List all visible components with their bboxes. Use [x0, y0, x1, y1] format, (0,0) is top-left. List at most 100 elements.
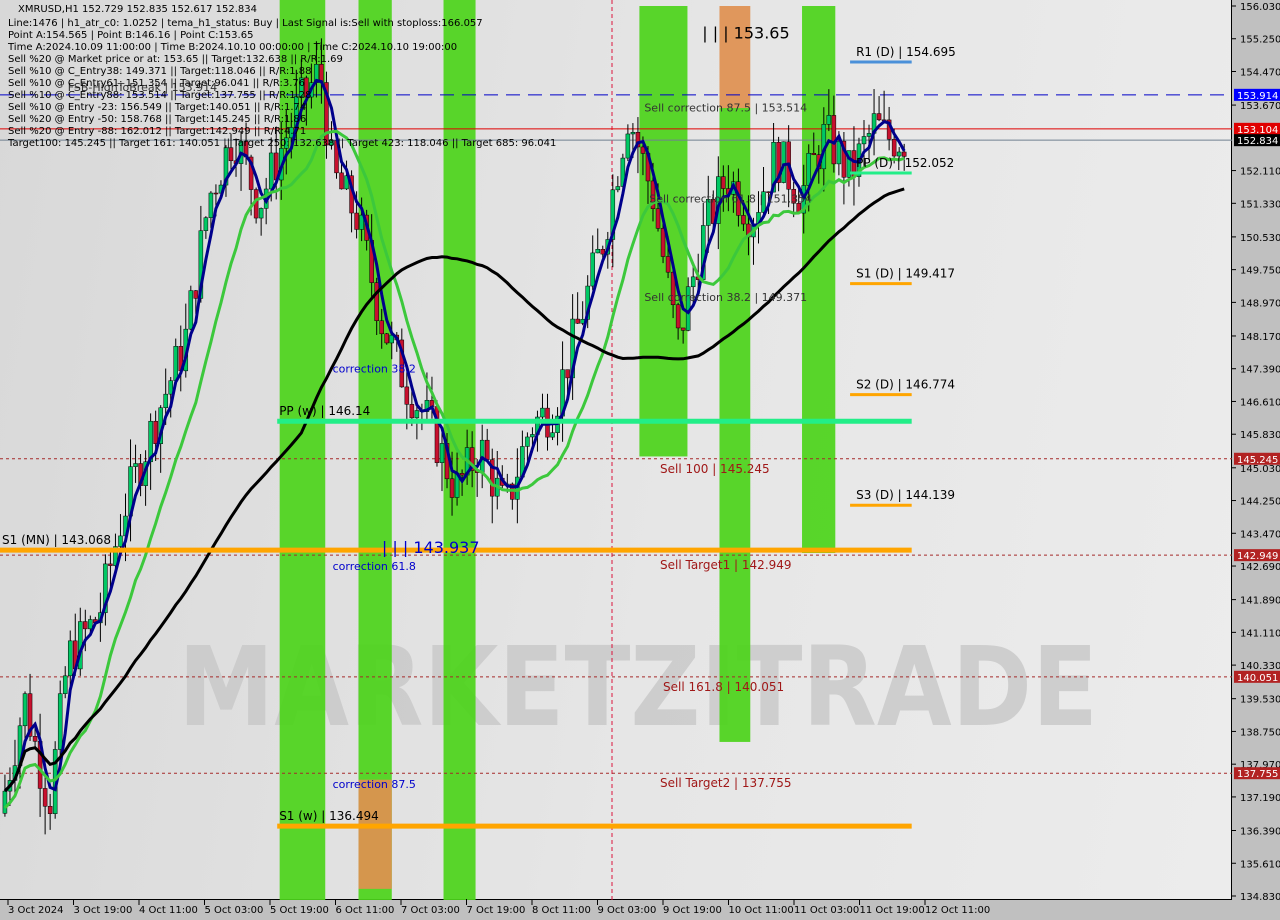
x-tick-label: 3 Oct 2024 — [8, 905, 63, 916]
y-tick-label: 139.530 — [1240, 695, 1280, 706]
y-tick-label: 140.330 — [1240, 661, 1280, 672]
candle-body — [57, 693, 63, 750]
candle-body — [806, 153, 811, 186]
candle-body — [22, 693, 28, 727]
annotation-4: correction 38.2 — [333, 362, 416, 375]
x-tick-label: 4 Oct 11:00 — [139, 905, 198, 916]
x-tick-label: 9 Oct 03:00 — [598, 905, 657, 916]
y-tick-label: 154.470 — [1240, 67, 1280, 78]
y-tick-label: 145.830 — [1240, 430, 1280, 441]
candle-body — [826, 115, 832, 125]
candle-body — [741, 215, 746, 225]
target-label-1: Sell Target1 | 142.949 — [660, 558, 792, 572]
price-tag-2: 152.834 — [1237, 136, 1278, 147]
candle-body — [660, 228, 666, 257]
info-line-8: Sell %20 @ Entry -50: 158.768 || Target:… — [8, 114, 307, 125]
candle-body — [62, 675, 68, 694]
candle-body — [665, 256, 671, 273]
x-tick-label: 7 Oct 19:00 — [467, 905, 526, 916]
candle-body — [861, 136, 867, 145]
y-tick-label: 146.610 — [1240, 397, 1280, 408]
candle-body — [47, 806, 53, 814]
candle-body — [439, 443, 445, 463]
y-tick-label: 137.190 — [1240, 793, 1280, 804]
y-tick-label: 138.750 — [1240, 727, 1280, 738]
candle-body — [575, 318, 580, 324]
candle-body — [404, 386, 410, 405]
level-label-0: R1 (D) | 154.695 — [856, 45, 956, 59]
candle-body — [203, 217, 209, 231]
annotation-2: Sell correction 61.8 | 151.354 — [649, 192, 812, 205]
candle-body — [32, 736, 38, 742]
price-tag-0: 153.914 — [1237, 91, 1278, 102]
x-tick-label: 9 Oct 19:00 — [663, 905, 722, 916]
candle-body — [550, 432, 555, 438]
x-tick-label: 5 Oct 19:00 — [270, 905, 329, 916]
candle-body — [675, 304, 681, 329]
candle-body — [459, 473, 465, 476]
candle-body — [384, 333, 389, 344]
level-label-2: S1 (D) | 149.417 — [856, 267, 955, 281]
x-tick-label: 12 Oct 11:00 — [925, 905, 990, 916]
candle-body — [680, 327, 686, 331]
candle-body — [188, 290, 194, 330]
candle-body — [88, 619, 93, 630]
candle-body — [108, 563, 113, 566]
candle-body — [811, 153, 817, 155]
x-tick-label: 7 Oct 03:00 — [401, 905, 460, 916]
candle-body — [118, 535, 123, 547]
zone-green-7 — [802, 6, 836, 554]
annotation-7: | | | 143.937 — [382, 538, 480, 557]
candle-body — [173, 346, 178, 381]
y-tick-label: 141.890 — [1240, 596, 1280, 607]
info-line-2: Time A:2024.10.09 11:00:00 | Time B:2024… — [8, 42, 458, 53]
annotation-6: correction 87.5 — [333, 778, 416, 791]
candle-body — [530, 434, 535, 438]
candle-body — [781, 141, 786, 183]
candle-body — [67, 640, 73, 677]
y-tick-label: 147.390 — [1240, 365, 1280, 376]
candle-body — [625, 133, 631, 159]
level-label-5: PP (w) | 146.14 — [279, 404, 370, 418]
x-tick-label: 11 Oct 03:00 — [794, 905, 859, 916]
candle-body — [721, 176, 726, 189]
candle-body — [379, 320, 384, 335]
info-line-4: Sell %10 @ C_Entry38: 149.371 || Target:… — [8, 66, 312, 77]
x-tick-label: 6 Oct 11:00 — [336, 905, 395, 916]
price-tag-6: 137.755 — [1237, 769, 1278, 780]
candle-body — [595, 249, 600, 254]
level-label-7: S1 (MN) | 143.068 — [2, 533, 111, 547]
candle-body — [540, 407, 545, 418]
y-tick-label: 156.030 — [1240, 2, 1280, 13]
candle-body — [208, 192, 214, 218]
info-line-1: Point A:154.565 | Point B:146.16 | Point… — [8, 30, 254, 41]
x-tick-label: 5 Oct 03:00 — [205, 905, 264, 916]
x-tick-label: 3 Oct 19:00 — [74, 905, 133, 916]
info-line-0: Line:1476 | h1_atr_c0: 1.0252 | tema_h1_… — [8, 18, 483, 29]
y-tick-label: 152.110 — [1240, 167, 1280, 178]
candle-body — [655, 208, 661, 229]
candle-body — [876, 113, 882, 121]
candle-body — [42, 788, 48, 807]
target-label-0: Sell 100 | 145.245 — [660, 462, 770, 476]
info-line-3: Sell %20 @ Market price or at: 153.65 ||… — [8, 54, 343, 65]
candle-body — [630, 131, 636, 135]
candle-body — [484, 439, 490, 460]
info-line-6: Sell %10 @ C_Entry88: 153.514 || Target:… — [8, 90, 312, 101]
level-label-6: S1 (w) | 136.494 — [279, 809, 379, 823]
candle-body — [600, 249, 606, 255]
level-label-4: S3 (D) | 144.139 — [856, 488, 955, 502]
candle-body — [590, 252, 595, 287]
info-line-7: Sell %10 @ Entry -23: 156.549 || Target:… — [8, 102, 307, 113]
annotation-1: Sell correction 87.5 | 153.514 — [644, 102, 807, 115]
candle-body — [268, 152, 274, 190]
info-line-5: Sell %10 @ C_Entry61: 151.354 || Target:… — [8, 78, 306, 89]
candle-body — [168, 380, 173, 395]
y-tick-label: 153.670 — [1240, 101, 1280, 112]
candle-body — [690, 276, 696, 288]
candle-body — [409, 404, 415, 419]
y-tick-label: 135.610 — [1240, 859, 1280, 870]
annotation-0: | | | 153.65 — [702, 24, 789, 43]
y-tick-label: 149.750 — [1240, 266, 1280, 277]
level-label-3: S2 (D) | 146.774 — [856, 378, 955, 392]
